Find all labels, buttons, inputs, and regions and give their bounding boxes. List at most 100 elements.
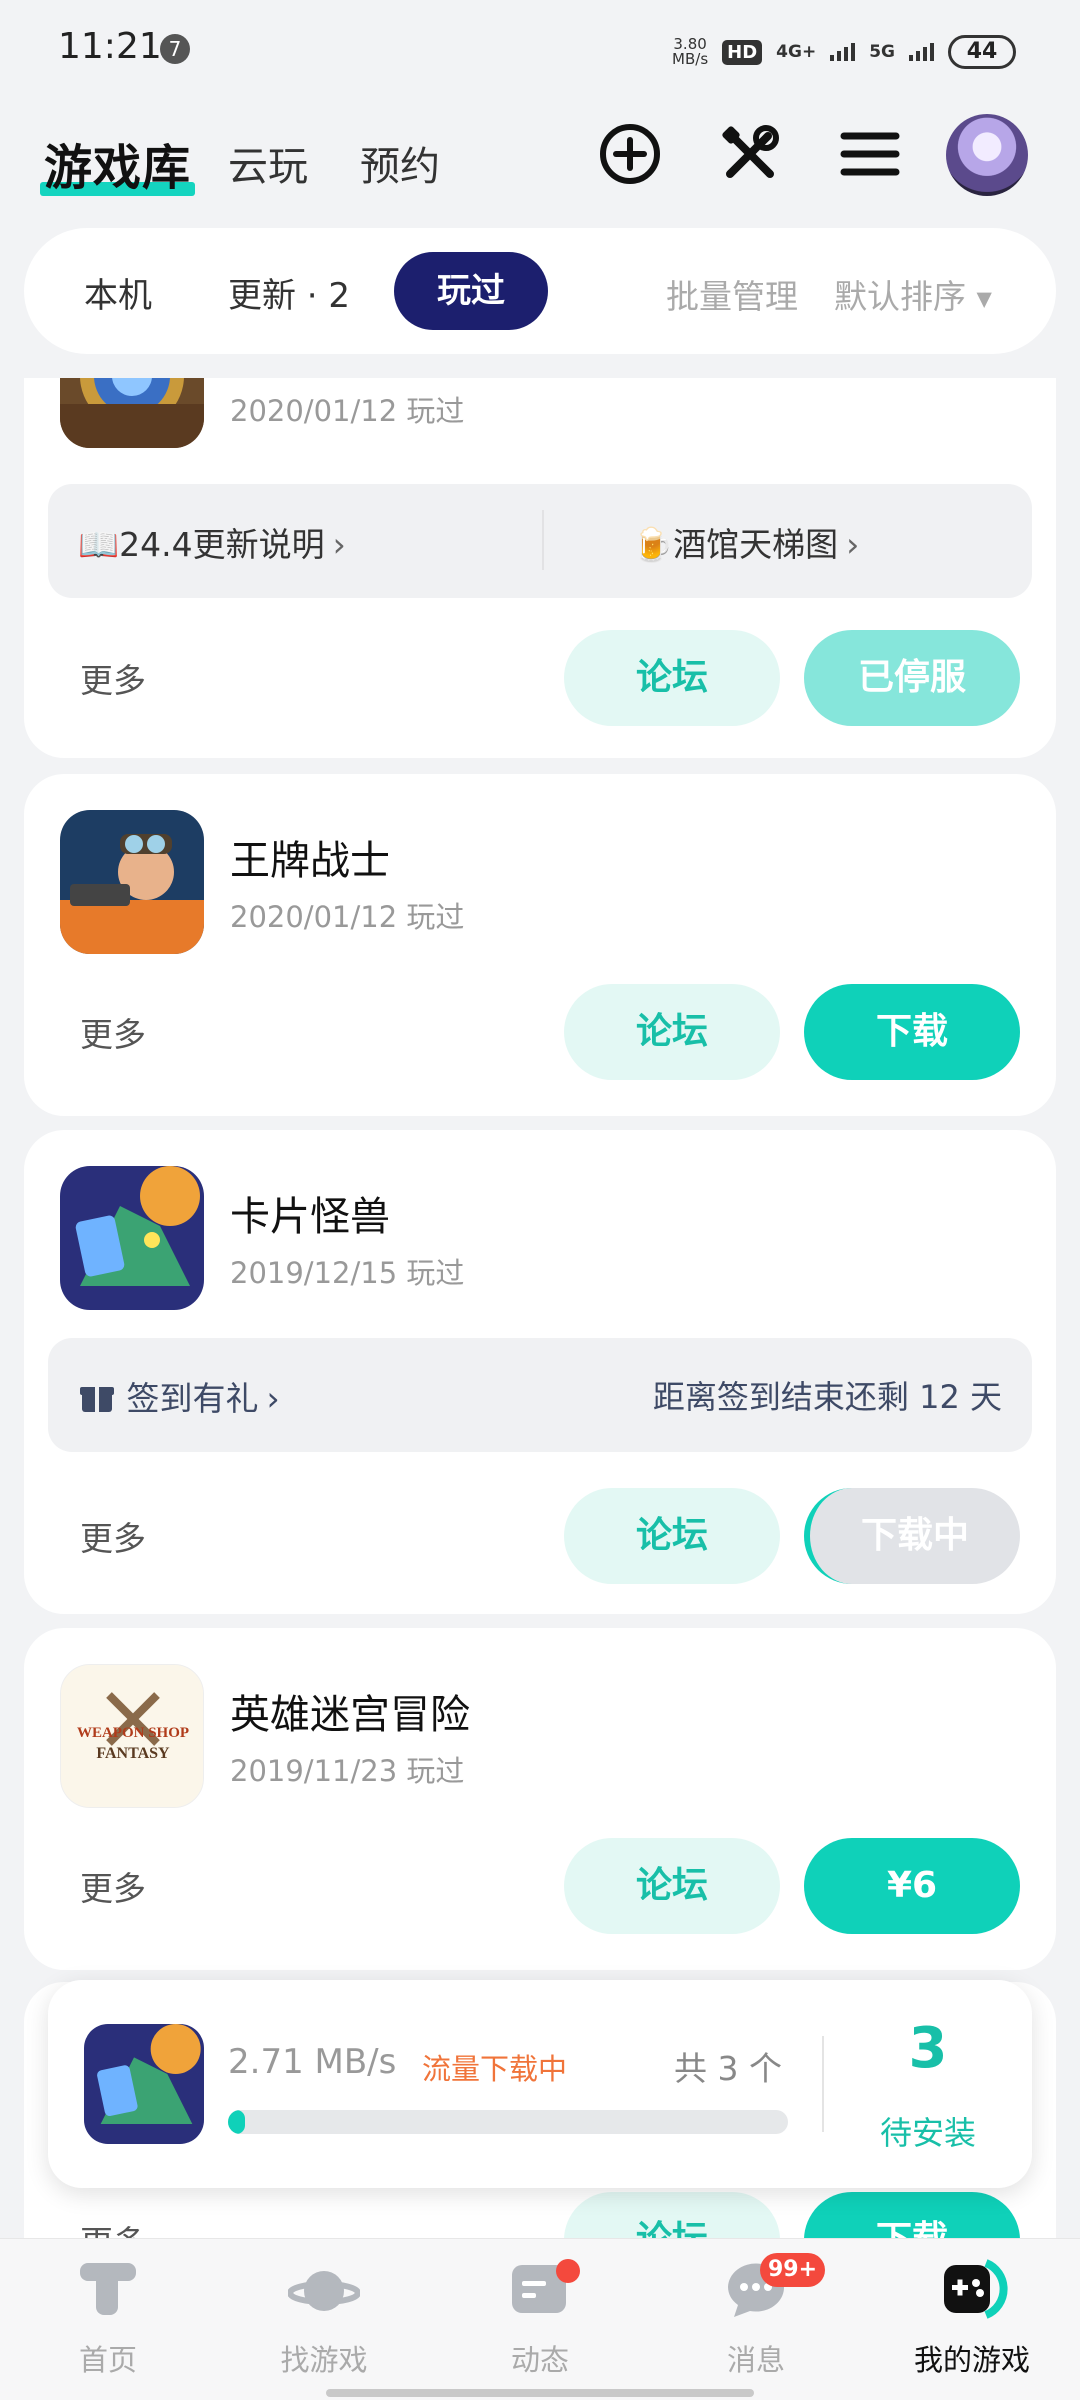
tools-icon[interactable]: [714, 118, 786, 190]
nav-my-games[interactable]: 我的游戏: [864, 2253, 1080, 2379]
network-5g-label: 5G: [869, 42, 895, 62]
nav-label: 首页: [78, 2343, 137, 2377]
filter-bar: 本机 更新 · 2 玩过 批量管理 默认排序 ▼: [24, 228, 1056, 354]
hd-voice-icon: HD: [722, 39, 763, 65]
battery-icon: 44: [948, 35, 1016, 69]
download-count: 共 3 个: [674, 2049, 782, 2088]
signal-icon-2: [909, 43, 934, 61]
icon-text: FANTASY: [96, 1745, 170, 1762]
checkin-gift-label: 签到有礼: [126, 1379, 259, 1418]
chevron-right-icon: ›: [266, 1379, 280, 1418]
nav-messages[interactable]: 99+ 消息: [648, 2253, 864, 2379]
tavern-ladder-label: 酒馆天梯图: [673, 525, 839, 564]
game-name[interactable]: 卡片怪兽: [230, 1184, 390, 1242]
nav-label: 动态: [510, 2343, 569, 2377]
game-icon-ace-warrior[interactable]: [60, 810, 204, 954]
patch-notes-label: 24.4更新说明: [119, 525, 325, 564]
sort-label: 默认排序: [834, 277, 966, 316]
page-title[interactable]: 游戏库: [39, 128, 196, 198]
nav-feed[interactable]: 动态: [432, 2253, 648, 2379]
forum-button[interactable]: 论坛: [564, 1488, 780, 1584]
add-circle-icon[interactable]: [594, 118, 666, 190]
status-indicators: 3.80 MB/s HD 4G+ 5G 44: [672, 32, 1016, 72]
filter-tab-local[interactable]: 本机: [84, 268, 152, 317]
tavern-ladder-link[interactable]: 🍺酒馆天梯图 ›: [632, 518, 859, 566]
checkin-gift-link[interactable]: 签到有礼 ›: [78, 1372, 280, 1420]
game-card: 王牌战士 2020/01/12 玩过 更多 论坛 下载: [24, 774, 1056, 1116]
info-strip: 📖24.4更新说明 › 🍺酒馆天梯图 ›: [48, 484, 1032, 598]
filter-tab-played[interactable]: 玩过: [394, 252, 548, 330]
info-strip: 签到有礼 › 距离签到结束还剩 12 天: [48, 1338, 1032, 1452]
forum-button[interactable]: 论坛: [564, 2192, 780, 2238]
network-4g-label: 4G+: [776, 42, 817, 62]
batch-manage-button[interactable]: 批量管理: [666, 270, 798, 318]
game-card: WEAPON SHOP FANTASY 英雄迷宫冒险 2019/11/23 玩过…: [24, 1628, 1056, 1970]
forum-button[interactable]: 论坛: [564, 1838, 780, 1934]
forum-button[interactable]: 论坛: [564, 630, 780, 726]
nav-find-games[interactable]: 找游戏: [216, 2253, 432, 2379]
patch-notes-link[interactable]: 📖24.4更新说明 ›: [78, 518, 346, 566]
icon-text: WEAPON SHOP: [76, 1725, 190, 1741]
network-speed-unit: MB/s: [672, 50, 709, 68]
game-list[interactable]: 2020/01/12 玩过 📖24.4更新说明 › 🍺酒馆天梯图 › 更多 论坛 已…: [0, 378, 1080, 2238]
game-card: 卡片怪兽 2019/12/15 玩过 签到有礼 › 距离签到结束还剩 12 天 更…: [24, 1130, 1056, 1614]
home-indicator: [326, 2389, 754, 2397]
download-button[interactable]: 下载: [804, 2192, 1020, 2238]
bottom-nav: 首页 找游戏 动态 99+ 消息 我的游戏: [0, 2238, 1080, 2400]
network-speed: 3.80 MB/s: [672, 37, 708, 67]
download-progress-bar: [228, 2110, 788, 2134]
more-button[interactable]: 更多: [80, 654, 146, 702]
nav-home[interactable]: 首页: [0, 2253, 216, 2379]
chevron-right-icon: ›: [332, 525, 346, 564]
played-date: 2020/01/12 玩过: [230, 900, 465, 934]
more-button[interactable]: 更多: [80, 1862, 146, 1910]
downloading-button[interactable]: 下载中: [804, 1488, 1020, 1584]
gamepad-icon: [944, 2259, 1008, 2319]
gift-icon: [80, 1387, 114, 1412]
caret-down-icon: ▼: [976, 286, 992, 311]
download-button[interactable]: 下载: [804, 984, 1020, 1080]
filter-tab-updates[interactable]: 更新 · 2: [228, 268, 350, 317]
game-icon-card-monster[interactable]: [60, 1166, 204, 1310]
beer-icon: 🍺: [632, 525, 674, 564]
game-icon-hero-maze[interactable]: WEAPON SHOP FANTASY: [60, 1664, 204, 1808]
nav-label: 找游戏: [280, 2343, 368, 2377]
planet-icon: [288, 2271, 360, 2311]
signal-icon: [830, 43, 856, 61]
menu-icon[interactable]: [834, 118, 906, 190]
game-name[interactable]: 王牌战士: [230, 828, 390, 886]
more-button[interactable]: 更多: [80, 1008, 146, 1056]
app-header: 游戏库 云玩 预约: [0, 110, 1080, 220]
pending-install-count[interactable]: 3: [824, 2016, 1032, 2081]
download-progress-fill: [228, 2110, 245, 2134]
download-speed: 2.71 MB/s: [228, 2042, 397, 2082]
tab-cloud-play[interactable]: 云玩: [228, 134, 308, 192]
more-button[interactable]: 更多: [80, 1512, 146, 1560]
download-status: 流量下载中: [422, 2052, 568, 2086]
nav-label: 消息: [726, 2343, 785, 2377]
message-count-badge: 99+: [760, 2253, 826, 2287]
sort-dropdown[interactable]: 默认排序 ▼: [834, 270, 992, 318]
notification-count-badge: 7: [160, 34, 190, 64]
game-icon-hearthstone[interactable]: [60, 378, 204, 448]
pending-install-label[interactable]: 待安装: [824, 2108, 1032, 2154]
more-button[interactable]: 更多: [80, 2216, 146, 2238]
new-activity-dot: [556, 2259, 580, 2283]
tab-reservation[interactable]: 预约: [360, 134, 440, 192]
buy-button[interactable]: ¥6: [804, 1838, 1020, 1934]
downloading-game-icon: [84, 2024, 204, 2144]
forum-button[interactable]: 论坛: [564, 984, 780, 1080]
played-date: 2020/01/12 玩过: [230, 394, 465, 428]
game-card: 2020/01/12 玩过 📖24.4更新说明 › 🍺酒馆天梯图 › 更多 论坛 已…: [24, 378, 1056, 758]
download-manager-bar[interactable]: 2.71 MB/s 流量下载中 共 3 个 3 待安装: [48, 1980, 1032, 2188]
service-stopped-button[interactable]: 已停服: [804, 630, 1020, 726]
game-name[interactable]: 英雄迷宫冒险: [230, 1682, 470, 1740]
checkin-countdown: 距离签到结束还剩 12 天: [652, 1378, 1002, 1416]
status-bar: 11:21 7 3.80 MB/s HD 4G+ 5G 44: [0, 0, 1080, 100]
played-date: 2019/11/23 玩过: [230, 1754, 465, 1788]
status-time: 11:21: [58, 26, 162, 67]
user-avatar[interactable]: [946, 114, 1028, 196]
played-date: 2019/12/15 玩过: [230, 1256, 465, 1290]
nav-label: 我的游戏: [913, 2343, 1030, 2377]
book-icon: 📖: [78, 525, 120, 564]
